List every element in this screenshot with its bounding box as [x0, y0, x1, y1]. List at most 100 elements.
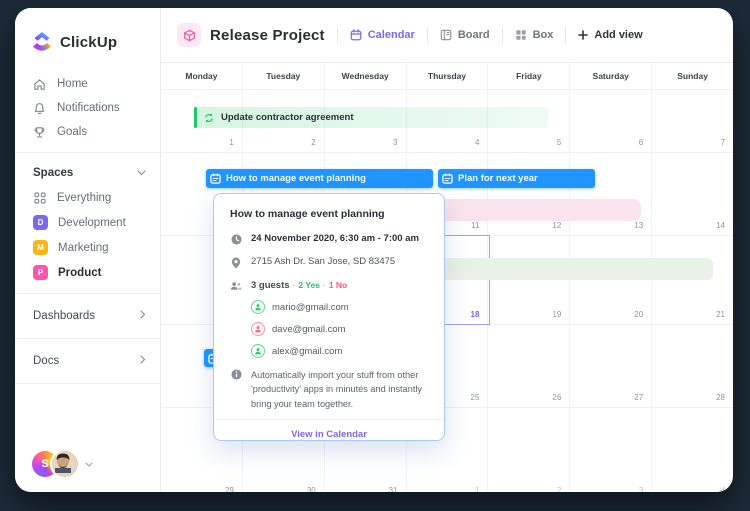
clock-icon	[230, 234, 242, 245]
popup-info-row: Automatically import your stuff from oth…	[230, 368, 444, 411]
grid-icon	[33, 191, 47, 205]
day-number: 3	[393, 138, 397, 147]
guest-row: alex@gmail.com	[251, 344, 444, 358]
day-cell[interactable]: 20	[569, 236, 651, 324]
view-in-calendar-link[interactable]: View in Calendar	[214, 420, 444, 449]
day-cell[interactable]: 21	[651, 236, 733, 324]
day-number: 4	[721, 486, 725, 492]
sidebar-item-label: Marketing	[58, 242, 109, 254]
divider	[15, 293, 160, 294]
guests-icon	[230, 281, 242, 291]
event-plan-for-next-year[interactable]: Plan for next year	[438, 169, 595, 188]
app-window: ClickUp Home Notifications Goals Spaces …	[15, 8, 733, 492]
day-cell[interactable]: 26	[487, 325, 569, 407]
day-cell[interactable]: 19	[487, 236, 569, 324]
day-cell[interactable]: 7	[651, 90, 733, 152]
logo-text: ClickUp	[60, 34, 117, 51]
clickup-logo-icon	[31, 30, 53, 54]
guests-yes-count: 2 Yes	[298, 280, 320, 290]
weekday-label: Monday	[161, 63, 242, 89]
user-account[interactable]: S	[32, 449, 93, 479]
guest-avatar-no	[251, 322, 265, 336]
tab-label: Board	[458, 29, 490, 41]
sidebar-item-label: Dashboards	[33, 310, 95, 322]
tab-calendar[interactable]: Calendar	[350, 29, 415, 41]
project-header: Release Project Calendar Board Box Add v…	[161, 8, 733, 63]
day-cell[interactable]: 27	[569, 325, 651, 407]
day-number: 25	[471, 393, 480, 402]
page-title: Release Project	[210, 27, 325, 44]
day-number: 2	[557, 486, 561, 492]
spaces-header[interactable]: Spaces	[15, 161, 160, 185]
day-number: 27	[634, 393, 643, 402]
event-detail-popup: How to manage event planning 24 November…	[213, 193, 445, 441]
day-cell[interactable]: 14	[651, 153, 733, 235]
cube-icon	[183, 29, 196, 42]
event-pink-untitled[interactable]	[429, 199, 641, 221]
event-datetime: 24 November 2020, 6:30 am - 7:00 am	[251, 233, 419, 244]
sidebar-item-goals[interactable]: Goals	[15, 120, 160, 144]
day-cell[interactable]: 12	[487, 153, 569, 235]
guests-no-count: 1 No	[329, 280, 347, 290]
day-number: 12	[552, 221, 561, 230]
tab-box[interactable]: Box	[515, 29, 554, 41]
event-accent-bar	[194, 107, 197, 128]
sidebar-item-development[interactable]: D Development	[15, 210, 160, 235]
day-number: 2	[311, 138, 315, 147]
day-number: 4	[475, 138, 479, 147]
info-text: Automatically import your stuff from oth…	[251, 368, 429, 411]
sidebar-nav: Home Notifications Goals	[15, 72, 160, 144]
bell-icon	[33, 102, 46, 115]
day-cell[interactable]: 6	[569, 90, 651, 152]
sidebar-item-everything[interactable]: Everything	[15, 185, 160, 210]
add-view-button[interactable]: Add view	[578, 29, 642, 41]
chevron-down-icon	[85, 460, 93, 469]
divider	[15, 383, 160, 384]
popup-guests-row: 3 guests·2 Yes·1 No	[230, 280, 444, 291]
sidebar-item-product[interactable]: P Product	[15, 260, 160, 285]
event-label: Update contractor agreement	[221, 112, 354, 123]
event-green-untitled[interactable]	[429, 258, 713, 280]
event-label: How to manage event planning	[226, 173, 366, 184]
sidebar-item-home[interactable]: Home	[15, 72, 160, 96]
calendar-icon	[210, 173, 221, 184]
sidebar-item-notifications[interactable]: Notifications	[15, 96, 160, 120]
guest-avatar-yes	[251, 344, 265, 358]
popup-time-row: 24 November 2020, 6:30 am - 7:00 am	[230, 233, 444, 245]
divider	[427, 27, 428, 43]
home-icon	[33, 78, 46, 91]
day-cell[interactable]: 4	[651, 408, 733, 492]
event-label: Plan for next year	[458, 173, 538, 184]
day-number: 3	[639, 486, 643, 492]
add-view-label: Add view	[594, 29, 642, 41]
event-update-contractor-agreement[interactable]: Update contractor agreement	[194, 107, 548, 128]
weekday-label: Wednesday	[324, 63, 406, 89]
event-location: 2715 Ash Dr. San Jose, SD 83475	[251, 256, 395, 267]
guest-email: dave@gmail.com	[272, 324, 346, 335]
day-cell[interactable]: 2	[487, 408, 569, 492]
clickup-logo: ClickUp	[31, 30, 160, 54]
day-cell[interactable]: 13	[569, 153, 651, 235]
sidebar-item-docs[interactable]: Docs	[15, 347, 160, 375]
weekday-label: Saturday	[569, 63, 651, 89]
chevron-down-icon	[137, 167, 146, 179]
sidebar-item-label: Docs	[33, 355, 59, 367]
sidebar-item-marketing[interactable]: M Marketing	[15, 235, 160, 260]
weekday-label: Friday	[487, 63, 569, 89]
box-grid-icon	[515, 29, 527, 41]
day-cell[interactable]: 28	[651, 325, 733, 407]
day-number: 5	[557, 138, 561, 147]
location-pin-icon	[230, 257, 242, 269]
day-number: 31	[389, 486, 398, 492]
day-cell[interactable]: 3	[569, 408, 651, 492]
tab-board[interactable]: Board	[440, 29, 490, 41]
sidebar-item-label: Home	[57, 78, 88, 90]
chevron-right-icon	[140, 355, 146, 367]
guest-email: alex@gmail.com	[272, 346, 342, 357]
day-number: 14	[716, 221, 725, 230]
tab-label: Box	[533, 29, 554, 41]
event-how-to-manage-event-planning[interactable]: How to manage event planning	[206, 169, 433, 188]
guest-row: mario@gmail.com	[251, 300, 444, 314]
day-number: 29	[225, 486, 234, 492]
sidebar-item-dashboards[interactable]: Dashboards	[15, 302, 160, 330]
